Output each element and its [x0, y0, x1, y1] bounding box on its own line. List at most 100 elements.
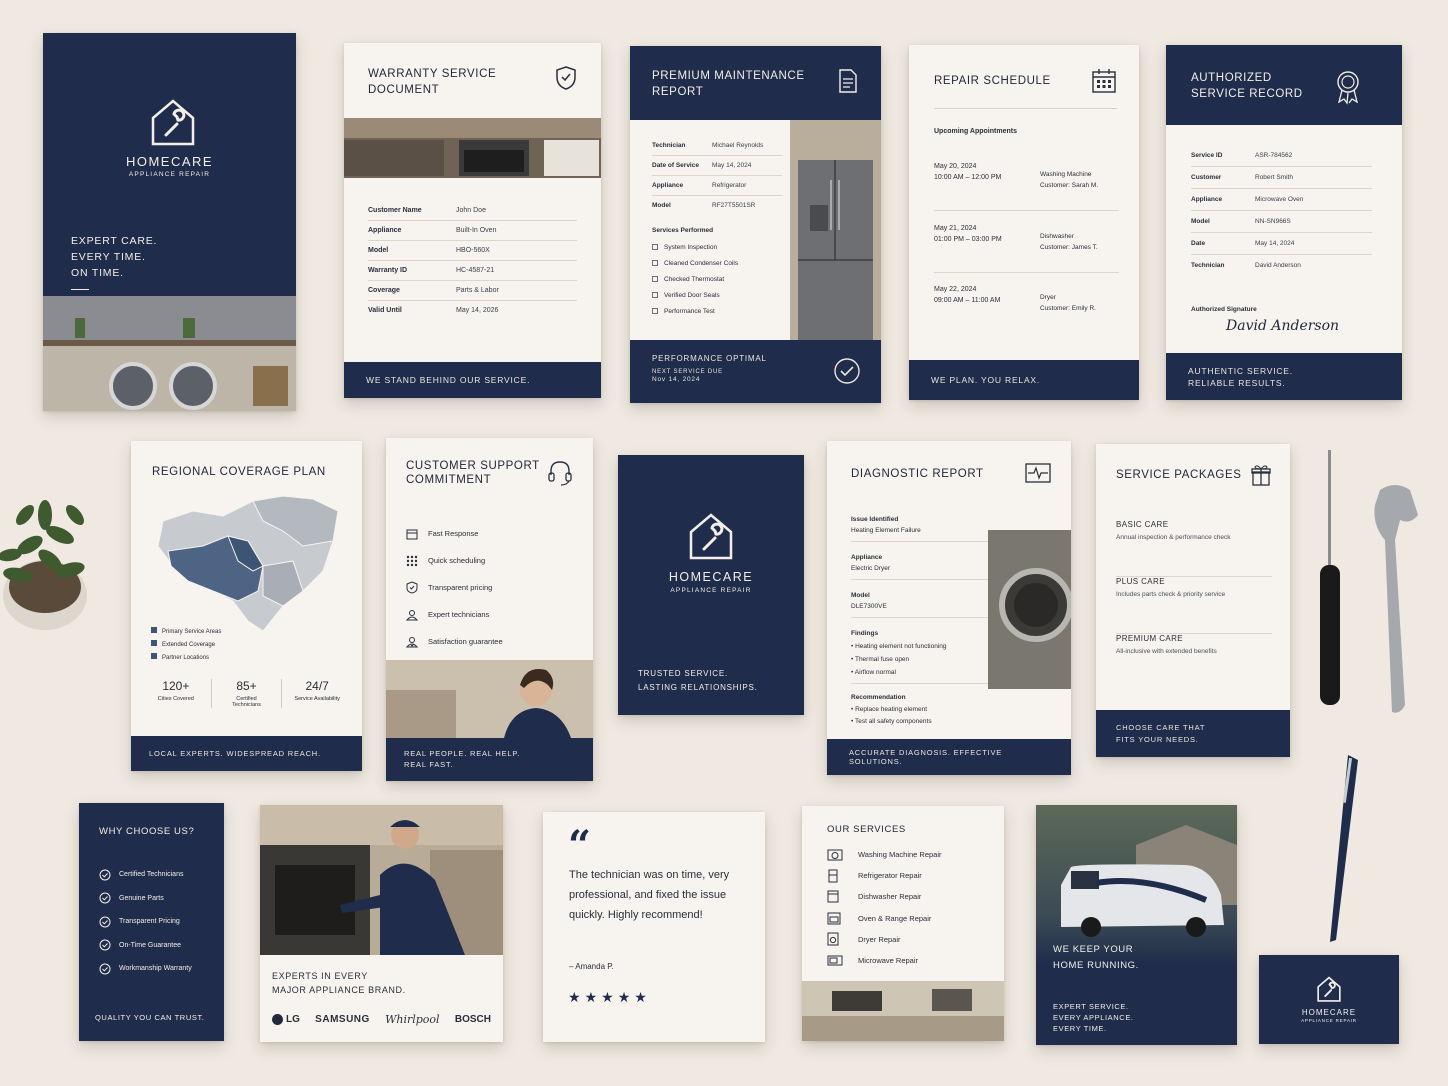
quote-icon: “ — [568, 822, 592, 869]
appointment: May 21, 2024 01:00 PM – 03:00 PM Dishwash… — [934, 223, 1119, 273]
next-service-date: Nov 14, 2024 — [652, 376, 701, 383]
wrench — [1360, 480, 1430, 720]
oven-icon — [827, 912, 858, 925]
authorized-row: Model NN-SN966S — [1191, 211, 1372, 233]
appointment: May 22, 2024 09:00 AM – 11:00 AM Dryer Cus… — [934, 286, 1096, 312]
appliance-value: Electric Dryer — [851, 565, 891, 572]
star-icon: ★ — [634, 989, 651, 1005]
services-title: OUR SERVICES — [827, 824, 906, 835]
brands-caption-2: MAJOR APPLIANCE BRAND. — [272, 985, 406, 995]
model-value: DLE7300VE — [851, 603, 887, 610]
next-service-label: NEXT SERVICE DUE — [652, 369, 723, 375]
issue-value: Heating Element Failure — [851, 527, 921, 534]
star-icon: ★ — [584, 989, 602, 1005]
brand-tagline-2: LASTING RELATIONSHIPS. — [638, 683, 758, 692]
check-circle-icon — [99, 939, 119, 951]
warranty-title-2: DOCUMENT — [368, 84, 440, 96]
check-circle-icon — [99, 869, 119, 881]
warranty-row: Model HBO-560X — [368, 241, 577, 261]
brand-sub: APPLIANCE REPAIR — [128, 171, 211, 178]
brand-name: HOMECARE — [125, 154, 214, 169]
laundry-photo — [43, 296, 296, 411]
service-item: Refrigerator Repair — [827, 865, 942, 886]
authorized-row: Customer Robert Smith — [1191, 167, 1372, 189]
grid-dots-icon — [406, 555, 428, 567]
authorized-row: Appliance Microwave Oven — [1191, 189, 1372, 211]
packages-title: SERVICE PACKAGES — [1116, 469, 1242, 481]
authorized-row: Service ID ASR-784562 — [1191, 145, 1372, 167]
pen — [1318, 750, 1368, 950]
star-icon: ★ — [601, 989, 618, 1005]
heartbeat-monitor-icon — [1025, 463, 1051, 485]
business-card: HOMECARE APPLIANCE REPAIR — [1259, 955, 1399, 1044]
service-van-photo — [1036, 805, 1237, 965]
running-sub-3: EVERY TIME. — [1053, 1024, 1107, 1033]
testimonial-author: – Amanda P. — [569, 962, 614, 971]
why-item: Genuine Parts — [99, 887, 192, 911]
service-item: Dishwasher Repair — [827, 886, 942, 907]
premium-row: Model RF27T5501SR — [652, 202, 756, 209]
findings-label: Findings — [851, 630, 879, 637]
schedule-sub: Upcoming Appointments — [934, 128, 1017, 135]
house-logo-icon — [1317, 976, 1341, 1002]
potted-plant — [0, 455, 100, 635]
why-item: Transparent Pricing — [99, 910, 192, 934]
home-running-card: WE KEEP YOUR HOME RUNNING. EXPERT SERVIC… — [1036, 805, 1237, 1045]
warranty-row: Valid Until May 14, 2026 — [368, 307, 499, 314]
regional-coverage-plan: REGIONAL COVERAGE PLAN Primary Service A… — [131, 441, 362, 771]
appointment: May 20, 2024 10:00 AM – 12:00 PM Washing … — [934, 161, 1119, 211]
diagnostic-report: DIAGNOSTIC REPORT Issue Identified Heati… — [827, 441, 1071, 775]
recommendation-label: Recommendation — [851, 694, 906, 701]
samsung-logo: SAMSUNG — [315, 1014, 370, 1025]
packages-footer: CHOOSE CARE THAT FITS YOUR NEEDS. — [1096, 710, 1290, 757]
check-circle-icon — [99, 916, 119, 928]
running-headline-1: WE KEEP YOUR — [1053, 944, 1134, 955]
cover-tagline-2: EVERY TIME. — [71, 251, 146, 263]
issue-label: Issue Identified — [851, 516, 899, 523]
divider — [71, 289, 89, 290]
shield-check-icon — [406, 581, 428, 594]
fridge-icon — [827, 869, 858, 883]
brand-sub: APPLIANCE REPAIR — [670, 587, 752, 594]
model-label: Model — [851, 592, 870, 599]
warranty-title-1: WARRANTY SERVICE — [368, 68, 497, 80]
refrigerator-photo — [790, 120, 881, 340]
running-sub-2: EVERY APPLIANCE. — [1053, 1013, 1134, 1022]
service-checkbox-item: System Inspection — [652, 240, 782, 256]
why-title: WHY CHOOSE US? — [99, 826, 195, 837]
why-item: On-Time Guarantee — [99, 934, 192, 958]
premium-maintenance-report: PREMIUM MAINTENANCE REPORT Technician Mic… — [630, 46, 881, 403]
check-circle-icon — [99, 892, 119, 904]
finding-item: • Heating element not functioning — [851, 643, 947, 650]
premium-row: Appliance Refrigerator — [652, 176, 782, 196]
headset-icon — [547, 459, 573, 487]
service-item: Dryer Repair — [827, 929, 942, 950]
testimonial-quote: The technician was on time, very profess… — [569, 869, 730, 921]
diagnostic-footer: ACCURATE DIAGNOSIS. EFFECTIVE SOLUTIONS. — [827, 739, 1071, 775]
service-checkbox-item: Performance Test — [652, 304, 782, 320]
authorized-row: Date May 14, 2024 — [1191, 233, 1372, 255]
document-icon — [838, 68, 858, 94]
repair-schedule: REPAIR SCHEDULE Upcoming Appointments Ma… — [909, 45, 1139, 400]
legend-item: Extended Coverage — [151, 639, 221, 652]
warranty-row: Warranty ID HC-4587-21 — [368, 261, 577, 281]
coverage-map — [153, 491, 343, 636]
service-packages: SERVICE PACKAGES BASIC CARE Annual inspe… — [1096, 444, 1290, 757]
running-sub-1: EXPERT SERVICE. — [1053, 1002, 1129, 1011]
stat: 120+ Cities Covered — [157, 679, 194, 702]
gift-icon — [1251, 464, 1271, 486]
washer-icon — [827, 849, 858, 861]
legend-item: Partner Locations — [151, 652, 221, 665]
package-item: PLUS CARE Includes parts check & priorit… — [1116, 577, 1272, 634]
recommendation-item: • Test all safety components — [851, 718, 932, 725]
recommendation-item: • Replace heating element — [851, 706, 928, 713]
lg-logo-icon — [272, 1014, 283, 1025]
performance-label: PERFORMANCE OPTIMAL — [652, 354, 767, 363]
bosch-logo: BOSCH — [454, 1014, 491, 1025]
lg-logo: LG — [272, 1014, 300, 1025]
stat: 85+ Certified Technicians — [210, 679, 283, 708]
dryer-photo — [988, 530, 1071, 689]
premium-row: Technician Michael Reynolds — [652, 136, 782, 156]
coverage-footer: LOCAL EXPERTS. WIDESPREAD REACH. — [131, 736, 362, 771]
support-item: Transparent pricing — [406, 574, 503, 601]
